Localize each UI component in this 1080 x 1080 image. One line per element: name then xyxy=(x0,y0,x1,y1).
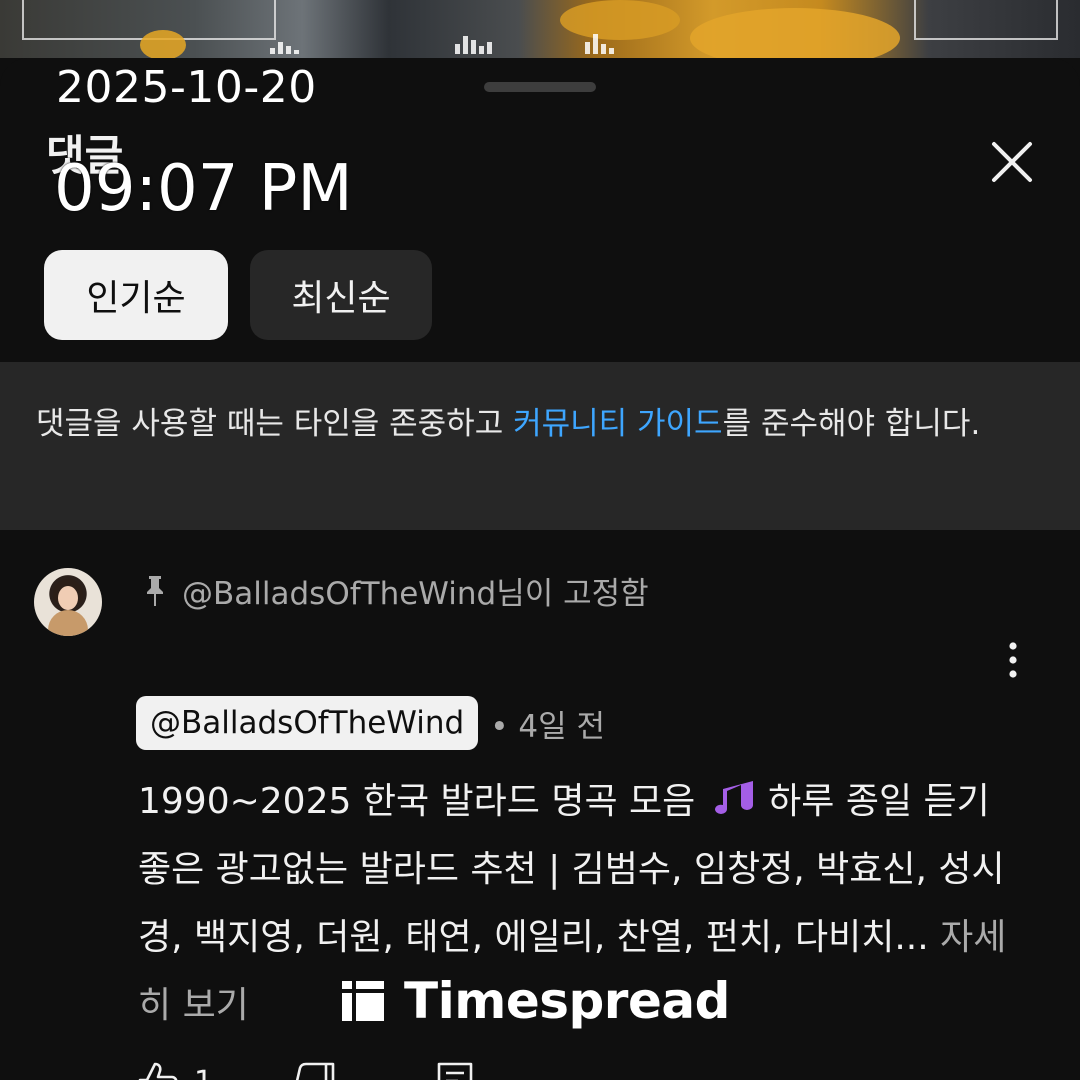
sort-chips: 인기순 최신순 xyxy=(44,250,432,340)
timespread-logo-icon xyxy=(342,981,384,1021)
community-notice: 댓글을 사용할 때는 타인을 존중하고 커뮤니티 가이드를 준수해야 합니다. xyxy=(0,362,1080,530)
avatar-face xyxy=(58,586,78,610)
pinned-by-text: @BalladsOfTheWind님이 고정함 xyxy=(182,576,649,612)
like-button[interactable]: 1 xyxy=(136,1060,213,1080)
sort-chip-popular[interactable]: 인기순 xyxy=(44,250,228,340)
pinned-label: @BalladsOfTheWind님이 고정함 xyxy=(144,568,649,613)
music-notes-icon xyxy=(714,781,753,814)
avatar[interactable] xyxy=(34,568,102,636)
thumbnail-foliage xyxy=(140,30,186,58)
comment-header: @BalladsOfTheWind • 4일 전 xyxy=(136,696,605,750)
notice-text-end: 를 준수해야 합니다. xyxy=(722,406,981,442)
thumbs-up-icon xyxy=(138,1062,178,1080)
watermark: Timespread xyxy=(340,972,730,1030)
thumbnail-equalizer xyxy=(585,34,614,54)
author-handle[interactable]: @BalladsOfTheWind xyxy=(136,696,479,750)
close-icon xyxy=(992,142,1032,182)
comment-time: • 4일 전 xyxy=(490,708,605,745)
comment-actions: 1 xyxy=(136,1060,477,1080)
drag-handle[interactable] xyxy=(484,82,596,92)
more-options-button[interactable] xyxy=(998,640,1028,680)
community-guidelines-link[interactable]: 커뮤니티 가이드 xyxy=(513,406,723,442)
close-button[interactable] xyxy=(984,134,1040,190)
like-count: 1 xyxy=(194,1065,213,1080)
avatar-body xyxy=(48,610,88,636)
more-vert-icon xyxy=(1009,642,1017,678)
thumbs-down-icon xyxy=(295,1062,335,1080)
video-thumbnail[interactable] xyxy=(0,0,1080,58)
overlay-time: 09:07 PM xyxy=(54,152,353,226)
dislike-button[interactable] xyxy=(293,1060,337,1080)
overlay-date: 2025-10-20 xyxy=(56,62,317,113)
thumbnail-equalizer xyxy=(270,42,299,54)
reply-button[interactable] xyxy=(433,1060,477,1080)
thumbnail-foliage xyxy=(560,0,680,40)
thumbnail-equalizer xyxy=(455,36,492,54)
pin-icon xyxy=(147,575,163,606)
reply-comment-icon xyxy=(437,1062,473,1080)
thumbnail-foliage xyxy=(690,8,900,58)
screen: 댓글 인기순 최신순 댓글을 사용할 때는 타인을 존중하고 커뮤니티 가이드를… xyxy=(0,0,1080,1080)
comment-text-line1-end: 하루 종일 xyxy=(756,781,913,822)
sort-chip-newest[interactable]: 최신순 xyxy=(250,250,432,340)
thumbnail-frame-right xyxy=(914,0,1058,40)
watermark-text: Timespread xyxy=(404,972,730,1030)
notice-text: 댓글을 사용할 때는 타인을 존중하고 xyxy=(36,406,514,442)
comment-text-start: 1990~2025 한국 발라드 명곡 모음 xyxy=(138,781,707,822)
